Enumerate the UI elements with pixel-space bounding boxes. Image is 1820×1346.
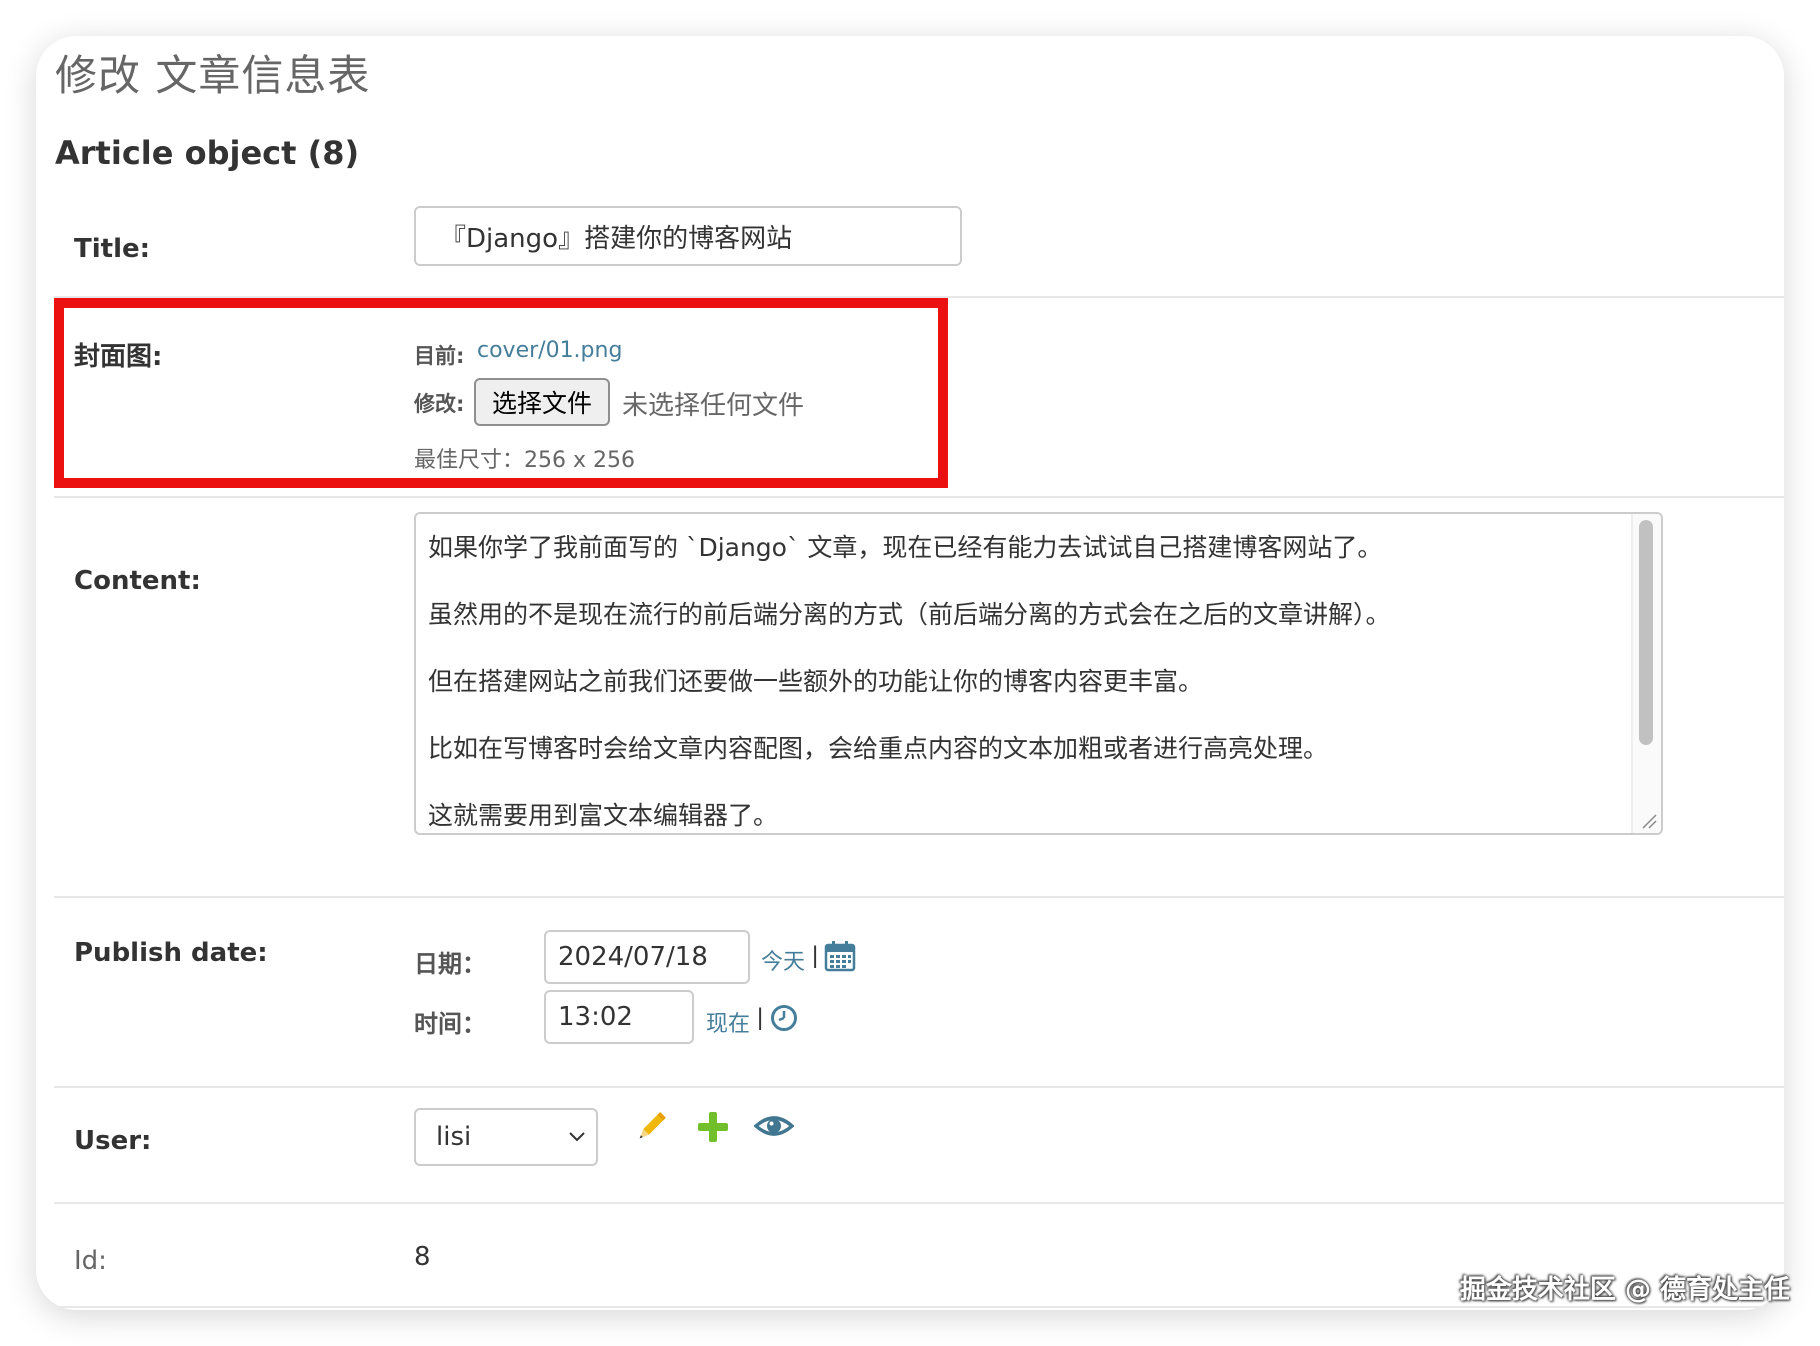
chevron-down-icon [569, 1132, 585, 1142]
today-link[interactable]: 今天 [761, 944, 805, 976]
clock-icon[interactable] [770, 1004, 798, 1032]
time-input[interactable]: 13:02 [544, 990, 694, 1044]
object-title: Article object (8) [55, 134, 360, 172]
id-label: Id: [74, 1246, 107, 1276]
resize-grip-icon[interactable] [1641, 813, 1657, 829]
id-value: 8 [414, 1242, 431, 1272]
date-separator: | [812, 942, 819, 969]
watermark: 掘金技术社区 @ 德育处主任 [1459, 1275, 1790, 1305]
form-row-user: User: lisi [54, 1086, 1784, 1204]
form-row-publish-date: Publish date: 日期： 2024/07/18 今天 | 时间： 13… [54, 896, 1784, 1088]
date-label: 日期： [414, 950, 486, 978]
form-row-title: Title: 『Django』搭建你的博客网站 [54, 206, 1784, 296]
publish-date-label: Publish date: [74, 938, 268, 968]
eye-icon[interactable] [754, 1110, 794, 1142]
user-select-value: lisi [436, 1122, 472, 1152]
content-paragraph: 虽然用的不是现在流行的前后端分离的方式（前后端分离的方式会在之后的文章讲解）。 [428, 600, 1391, 629]
time-separator: | [757, 1004, 764, 1031]
title-label: Title: [74, 234, 151, 264]
time-label: 时间： [414, 1010, 486, 1038]
content-paragraph: 但在搭建网站之前我们还要做一些额外的功能让你的博客内容更丰富。 [428, 667, 1204, 696]
content-textarea[interactable]: 如果你学了我前面写的 `Django` 文章，现在已经有能力去试试自己搭建博客网… [414, 512, 1663, 835]
calendar-icon[interactable] [824, 940, 856, 972]
user-select[interactable]: lisi [414, 1108, 598, 1166]
form-bottom-divider [54, 1306, 1784, 1310]
content-scrollbar-thumb[interactable] [1639, 520, 1653, 745]
content-paragraph: 如果你学了我前面写的 `Django` 文章，现在已经有能力去试试自己搭建博客网… [428, 533, 1383, 562]
content-paragraph: 这就需要用到富文本编辑器了。 [428, 801, 779, 830]
change-form-card: 修改 文章信息表 Article object (8) Title: 『Djan… [36, 36, 1784, 1310]
content-paragraph: 比如在写博客时会给文章内容配图，会给重点内容的文本加粗或者进行高亮处理。 [428, 734, 1329, 763]
now-link[interactable]: 现在 [706, 1006, 750, 1038]
date-input[interactable]: 2024/07/18 [544, 930, 750, 984]
plus-icon[interactable] [696, 1110, 730, 1144]
highlight-box [54, 298, 948, 488]
content-scrollbar[interactable] [1631, 514, 1661, 833]
title-input[interactable]: 『Django』搭建你的博客网站 [414, 206, 962, 266]
pencil-icon[interactable] [632, 1108, 670, 1146]
content-label: Content: [74, 566, 201, 596]
page-title: 修改 文章信息表 [55, 51, 371, 100]
user-label: User: [74, 1126, 152, 1156]
